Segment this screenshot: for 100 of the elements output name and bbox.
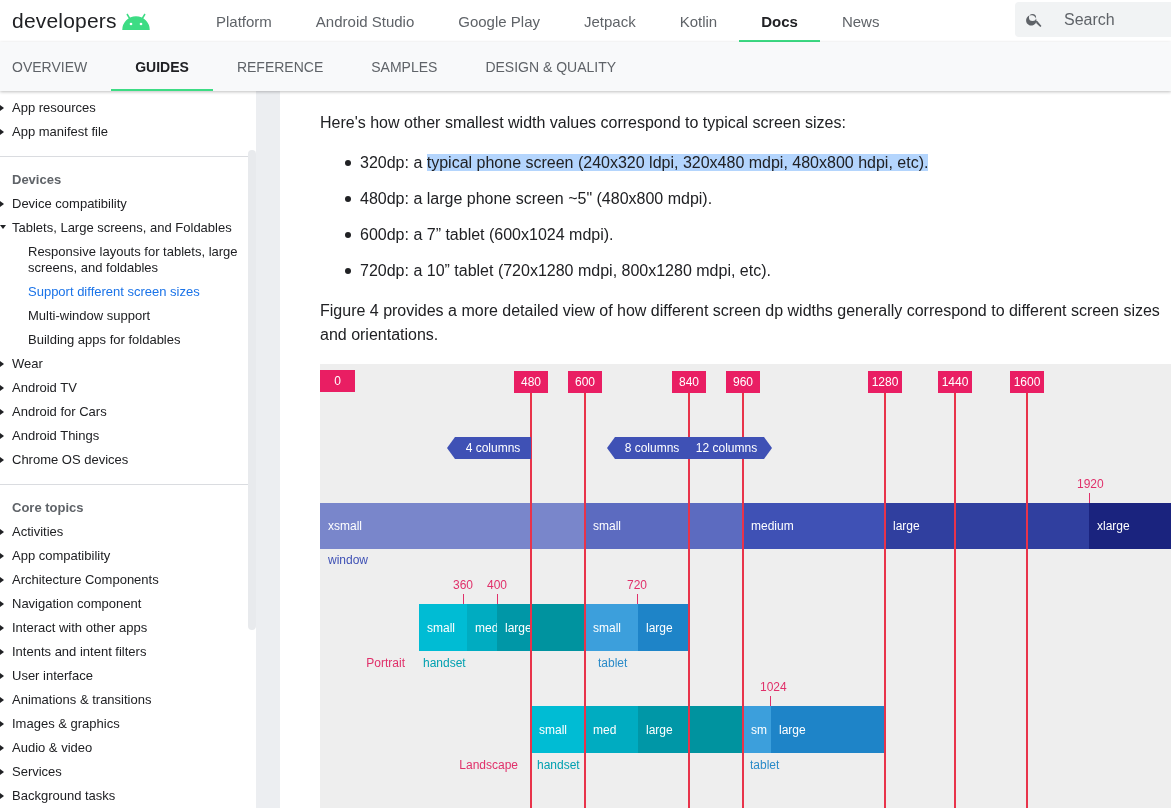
sidebar-item[interactable]: App compatibility: [0, 544, 248, 568]
caret-right-icon[interactable]: [0, 553, 5, 559]
breakpoint-tag: 0: [320, 370, 355, 392]
caret-right-icon[interactable]: [0, 793, 5, 799]
section-tab[interactable]: DESIGN & QUALITY: [461, 42, 641, 91]
device-size-bar: [531, 604, 585, 651]
orientation-label: Landscape: [459, 758, 518, 772]
caret-down-icon[interactable]: [0, 225, 6, 230]
window-size-bar: xsmall: [320, 503, 585, 549]
nav-tab[interactable]: Kotlin: [657, 0, 740, 42]
caret-right-icon[interactable]: [0, 601, 5, 607]
caret-right-icon[interactable]: [0, 361, 5, 367]
caret-right-icon[interactable]: [0, 625, 5, 631]
sidebar-item[interactable]: Tablets, Large screens, and Foldables: [0, 216, 248, 240]
bullet-text: 320dp: a typical phone screen (240x320 ldpi, 320x480 mdpi, 480x800 hdpi, etc).: [360, 153, 929, 173]
orientation-label: Portrait: [366, 656, 405, 670]
sidebar-item[interactable]: Chrome OS devices: [0, 448, 248, 472]
nav-tab[interactable]: Platform: [194, 0, 294, 42]
window-size-bar: large: [885, 503, 1089, 549]
bullet-icon: [345, 196, 351, 202]
device-label: handset: [423, 656, 466, 670]
body-paragraph: Here's how other smallest width values correspond to typical screen sizes:: [320, 113, 847, 133]
caret-right-icon[interactable]: [0, 673, 5, 679]
width-marker: 1920: [1077, 477, 1104, 491]
window-size-bar: small: [585, 503, 743, 549]
sidebar-item[interactable]: App resources: [0, 96, 248, 120]
sidebar-item[interactable]: Images & graphics: [0, 712, 248, 736]
sidebar-item[interactable]: Device compatibility: [0, 192, 248, 216]
caret-right-icon[interactable]: [0, 105, 5, 111]
breakpoint-tag: 960: [726, 371, 760, 393]
width-marker: 720: [627, 578, 648, 592]
sidebar-item[interactable]: Services: [0, 760, 248, 784]
nav-tab[interactable]: Android Studio: [293, 0, 437, 42]
sidebar-item[interactable]: Wear: [0, 352, 248, 376]
device-size-bar: small: [585, 604, 638, 651]
search-field[interactable]: Search: [1015, 2, 1171, 37]
sidebar-item[interactable]: Android Things: [0, 424, 248, 448]
device-size-bar: sm: [743, 706, 771, 753]
sidebar-subitem[interactable]: Multi-window support: [0, 304, 248, 328]
section-tab[interactable]: OVERVIEW: [0, 42, 112, 91]
sidebar-subitem[interactable]: Building apps for foldables: [0, 328, 248, 352]
device-size-bar: med: [585, 706, 638, 753]
logo-text[interactable]: developers: [12, 9, 117, 33]
breakpoint-tag: 480: [514, 371, 548, 393]
device-label: handset: [537, 758, 580, 772]
sidebar-item[interactable]: Audio & video: [0, 736, 248, 760]
breakpoint-tag: 1600: [1010, 371, 1044, 393]
caret-right-icon[interactable]: [0, 649, 5, 655]
device-size-bar: small: [531, 706, 585, 753]
width-marker: 1024: [760, 680, 787, 694]
breakpoint-tag: 1440: [938, 371, 972, 393]
caret-right-icon[interactable]: [0, 433, 5, 439]
device-size-bar: large: [638, 604, 689, 651]
width-marker: 400: [487, 578, 508, 592]
caret-right-icon[interactable]: [0, 385, 5, 391]
sidebar-item[interactable]: Architecture Components: [0, 568, 248, 592]
window-size-bar: xlarge: [1089, 503, 1171, 549]
section-tab[interactable]: SAMPLES: [347, 42, 462, 91]
sidebar-item[interactable]: User interface: [0, 664, 248, 688]
device-size-bar: large: [497, 604, 531, 651]
section-tab[interactable]: REFERENCE: [212, 42, 348, 91]
sidebar-item[interactable]: Android for Cars: [0, 400, 248, 424]
scrollbar-thumb[interactable]: [248, 150, 256, 630]
sidebar-subitem[interactable]: Support different screen sizes: [0, 280, 248, 304]
breakpoint-tag: 840: [672, 371, 706, 393]
caret-right-icon[interactable]: [0, 409, 5, 415]
sidebar-item[interactable]: Android TV: [0, 376, 248, 400]
android-head-icon: [121, 12, 150, 30]
sidebar-item[interactable]: App manifest file: [0, 120, 248, 144]
nav-tab[interactable]: Google Play: [436, 0, 562, 42]
caret-right-icon[interactable]: [0, 529, 5, 535]
caret-right-icon[interactable]: [0, 745, 5, 751]
window-size-bar: medium: [743, 503, 885, 549]
caret-right-icon[interactable]: [0, 457, 5, 463]
sidebar-item[interactable]: Intents and intent filters: [0, 640, 248, 664]
sidebar-item[interactable]: Background tasks: [0, 784, 248, 808]
caret-right-icon[interactable]: [0, 721, 5, 727]
bullet-text: 480dp: a large phone screen ~5" (480x800 mdpi).: [360, 189, 713, 209]
bullet-text: 600dp: a 7” tablet (600x1024 mdpi).: [360, 225, 614, 245]
caret-right-icon[interactable]: [0, 129, 5, 135]
sidebar-item[interactable]: Animations & transitions: [0, 688, 248, 712]
nav-tab[interactable]: News: [819, 0, 902, 42]
section-tab[interactable]: GUIDES: [111, 42, 213, 91]
device-size-bar: [689, 706, 743, 753]
sidebar-item[interactable]: Interact with other apps: [0, 616, 248, 640]
window-label: window: [328, 553, 369, 567]
breakpoint-tag: 600: [568, 371, 602, 393]
bullet-icon: [345, 160, 351, 166]
caret-right-icon[interactable]: [0, 769, 5, 775]
nav-tab[interactable]: Jetpack: [562, 0, 658, 42]
sidebar-item[interactable]: Activities: [0, 520, 248, 544]
caret-right-icon[interactable]: [0, 577, 5, 583]
caret-right-icon[interactable]: [0, 697, 5, 703]
device-size-bar: large: [638, 706, 689, 753]
bullet-icon: [345, 268, 351, 274]
caret-right-icon[interactable]: [0, 201, 5, 207]
sidebar-item[interactable]: Navigation component: [0, 592, 248, 616]
body-paragraph: Figure 4 provides a more detailed view of how different screen dp widths generally correspond to different screen sizes and orientations.: [320, 301, 1161, 345]
device-label: tablet: [598, 656, 628, 670]
sidebar-subitem[interactable]: Responsive layouts for tablets, large screens, and foldables: [0, 240, 248, 280]
